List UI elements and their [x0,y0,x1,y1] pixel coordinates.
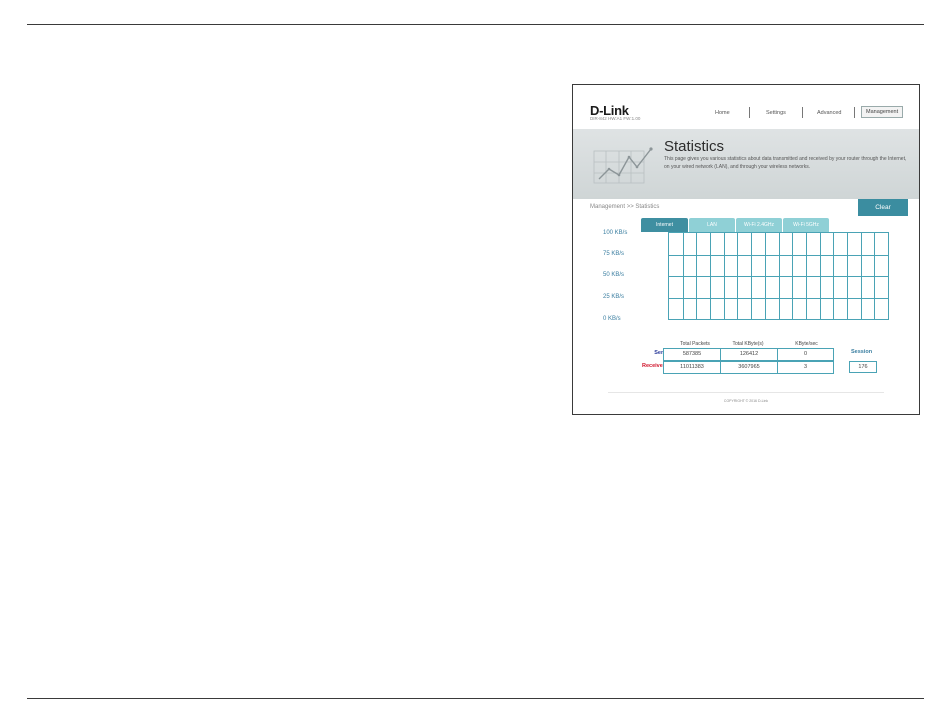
session-count: 176 [849,361,877,373]
nav-management[interactable]: Management [861,106,904,118]
header-kbyte-sec: KByte/sec [795,341,818,347]
header-total-kbytes: Total KByte(s) [732,341,764,347]
statistics-graph-icon [593,147,653,184]
top-divider [27,24,924,25]
sent-total-kbytes: 126412 [720,348,778,361]
tab-wifi-2-4ghz[interactable]: Wi-Fi 2.4GHz [736,218,782,232]
y-axis-label: 0 KB/s [603,316,621,322]
nav-separator [749,107,750,118]
y-axis-label: 75 KB/s [603,251,625,257]
nav-separator [854,107,855,118]
top-nav: Home Settings Advanced Management [573,106,919,120]
breadcrumb-bar: Management >> Statistics Clear [573,199,919,216]
tab-internet[interactable]: Internet [641,218,688,232]
tab-wifi-5ghz[interactable]: Wi-Fi 5GHz [783,218,829,232]
nav-advanced[interactable]: Advanced [817,110,841,116]
nav-home[interactable]: Home [715,110,730,116]
y-axis-label: 25 KB/s [603,294,625,300]
router-ui-screenshot: D-Link DIR-842 HW:A1 FW:1.00 Home Settin… [572,84,920,415]
footer-divider [608,392,884,393]
sent-total-packets: 587385 [663,348,721,361]
header: D-Link DIR-842 HW:A1 FW:1.00 Home Settin… [573,85,919,130]
page-description: This page gives you various statistics a… [664,156,907,170]
graph-gridline-horizontal [669,254,888,256]
tab-lan[interactable]: LAN [689,218,735,232]
y-axis-label: 50 KB/s [603,272,625,278]
received-total-kbytes: 3607965 [720,361,778,374]
header-total-packets: Total Packets [680,341,710,347]
traffic-graph [668,232,889,320]
bottom-divider [27,698,924,699]
sent-kbyte-sec: 0 [777,348,834,361]
y-axis-label: 100 KB/s [603,230,628,236]
received-kbyte-sec: 3 [777,361,834,374]
clear-button[interactable]: Clear [858,199,908,216]
breadcrumb: Management >> Statistics [590,204,660,210]
copyright: COPYRIGHT © 2016 D-Link [723,399,769,403]
session-label: Session [851,349,873,355]
received-total-packets: 11011383 [663,361,721,374]
graph-gridline-horizontal [669,276,888,277]
sent-label: Sent: [654,350,668,356]
page-title: Statistics [664,138,725,155]
nav-settings[interactable]: Settings [766,110,786,116]
graph-gridline-horizontal [669,297,888,299]
received-label: Received: [642,363,668,369]
page-banner: Statistics This page gives you various s… [573,129,919,199]
nav-separator [802,107,803,118]
